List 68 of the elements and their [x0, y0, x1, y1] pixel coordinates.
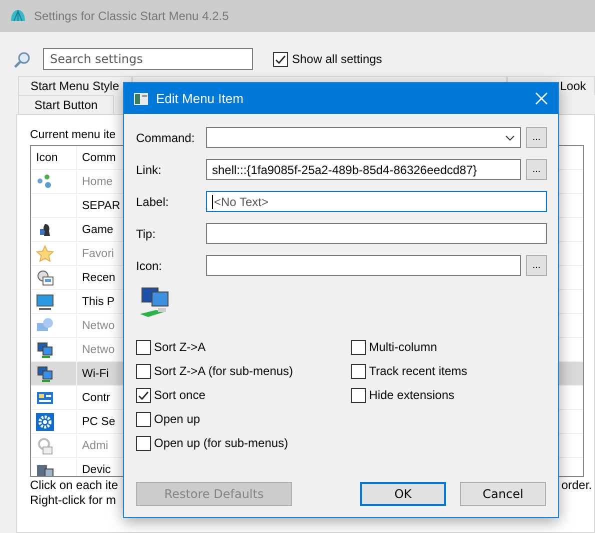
menu-item-name: Game — [82, 224, 114, 236]
option-label: Sort once — [154, 388, 206, 402]
option-label: Open up (for sub-menus) — [154, 436, 288, 450]
input-field[interactable] — [206, 223, 547, 244]
option-label: Multi-column — [369, 340, 438, 354]
checkbox[interactable] — [136, 364, 151, 378]
menu-item-name: Admi — [82, 440, 108, 452]
ok-button[interactable]: OK — [360, 482, 446, 506]
checkbox[interactable] — [136, 340, 151, 354]
field-label: Label: — [136, 194, 170, 208]
menu-item-name: This P — [82, 296, 115, 308]
search-icon — [14, 50, 31, 68]
option-label: Track recent items — [369, 364, 468, 378]
checkbox[interactable] — [273, 52, 288, 66]
input-field[interactable] — [206, 255, 521, 276]
field-label: Command: — [136, 130, 196, 144]
menu-item-name: Favori — [82, 248, 114, 260]
menu-item-name: Netwo — [82, 320, 115, 332]
command-combo[interactable] — [206, 127, 521, 148]
clock-documents-icon — [36, 268, 54, 286]
browse-button[interactable]: ... — [526, 255, 547, 276]
menu-item-name: SEPAR — [82, 200, 120, 212]
close-icon[interactable] — [535, 92, 548, 105]
field-label: Tip: — [136, 226, 157, 240]
input-field[interactable]: shell:::{1fa9085f-25a2-489b-85d4-86326eedcd87} — [206, 159, 521, 180]
computers-icon — [36, 340, 54, 358]
checkbox[interactable] — [136, 412, 151, 426]
tab[interactable]: Start Button — [18, 95, 114, 114]
menu-item-name: Wi-Fi — [82, 368, 109, 380]
shell-logo-icon — [10, 9, 26, 23]
menu-item-name: Netwo — [82, 344, 115, 356]
hint-text: Right-click for m — [30, 493, 116, 507]
network-icon — [36, 172, 54, 190]
star-icon — [36, 244, 54, 262]
field-label: Link: — [136, 162, 162, 176]
menu-item-name: Devic — [82, 464, 111, 476]
computers-icon — [36, 364, 54, 382]
menu-item-name: PC Se — [82, 416, 116, 428]
hint-text: Click on each ite — [30, 478, 118, 492]
browse-button[interactable]: ... — [526, 127, 547, 148]
menu-item-name: Recen — [82, 272, 116, 284]
checkbox[interactable] — [351, 340, 366, 354]
input-field[interactable]: <No Text> — [206, 191, 547, 212]
field-label: Icon: — [136, 258, 164, 272]
browse-button[interactable]: ... — [526, 159, 547, 180]
option-label: Hide extensions — [369, 388, 454, 402]
option-label: Open up — [154, 412, 200, 426]
monitor-icon — [36, 292, 54, 310]
cancel-button[interactable]: Cancel — [460, 482, 546, 506]
option-label: Sort Z->A — [154, 340, 206, 354]
search-field[interactable]: Search settings — [43, 48, 253, 70]
checkbox[interactable] — [351, 364, 366, 378]
menu-item-name: Home — [82, 176, 113, 188]
dialog-title: Edit Menu Item — [156, 91, 244, 106]
option-label: Sort Z->A (for sub-menus) — [154, 364, 294, 378]
column-header[interactable]: Icon — [31, 146, 77, 169]
tab[interactable]: Start Menu Style — [18, 76, 132, 95]
window-title: Settings for Classic Start Menu 4.2.5 — [34, 9, 229, 23]
settings-icon — [36, 412, 54, 430]
list-caption: Current menu ite — [30, 129, 116, 141]
checkbox-label: Show all settings — [292, 52, 382, 66]
checkbox[interactable] — [351, 388, 366, 402]
dropdown-caret-icon — [505, 134, 515, 140]
hint-text: order. — [561, 478, 592, 492]
checkbox[interactable] — [136, 388, 151, 402]
checkbox[interactable] — [136, 436, 151, 450]
window-icon — [134, 92, 148, 104]
menu-item-name: Contr — [82, 392, 110, 404]
